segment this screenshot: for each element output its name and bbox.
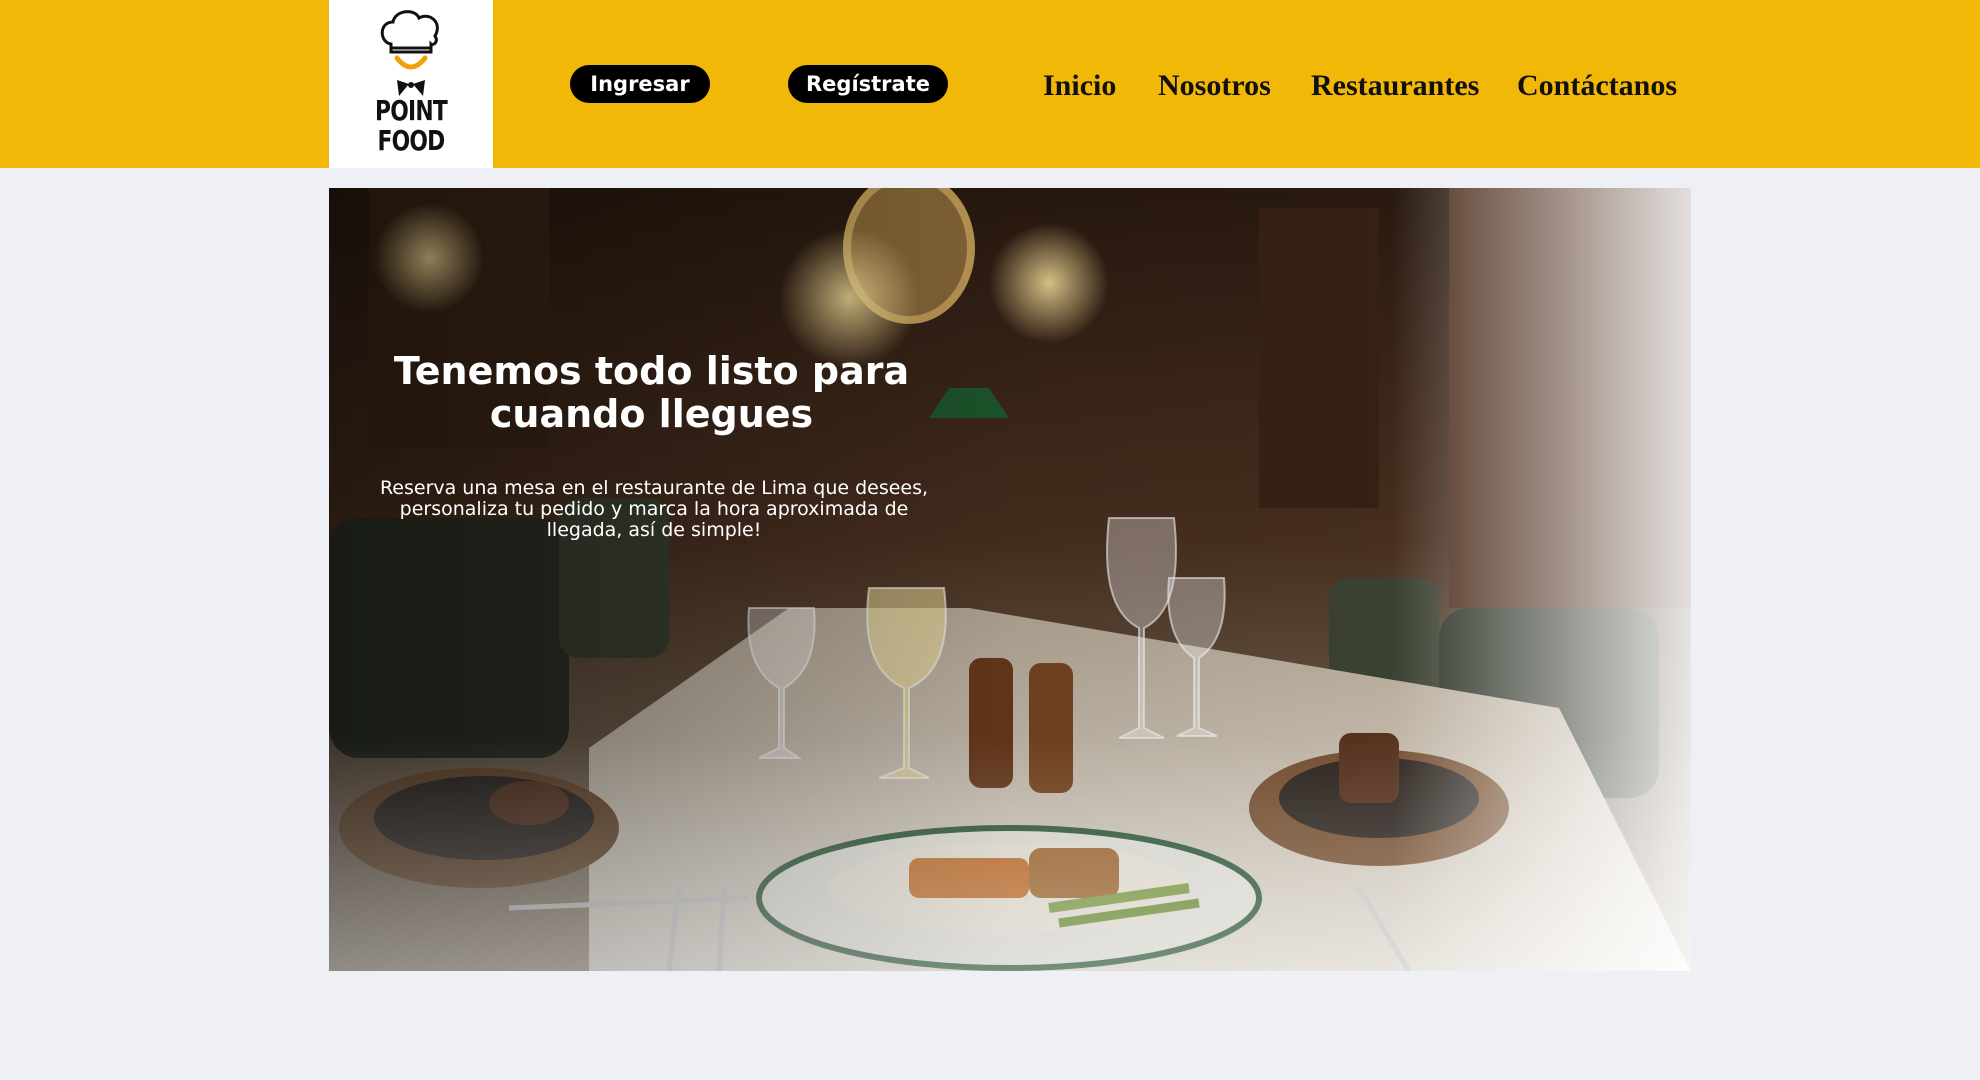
chef-hat-logo-icon	[380, 10, 439, 96]
register-button[interactable]: Regístrate	[788, 65, 948, 103]
nav-link-contactanos[interactable]: Contáctanos	[1517, 66, 1677, 106]
logo[interactable]: POINT FOOD	[329, 0, 493, 168]
login-button[interactable]: Ingresar	[570, 65, 710, 103]
restaurant-dining-table-photo	[329, 188, 1691, 971]
nav-link-nosotros[interactable]: Nosotros	[1158, 66, 1271, 106]
hero-banner: Tenemos todo listo para cuando llegues R…	[329, 188, 1691, 971]
hero-title: Tenemos todo listo para cuando llegues	[393, 349, 910, 436]
nav-link-restaurantes[interactable]: Restaurantes	[1311, 66, 1479, 106]
top-navigation-bar: POINT FOOD Ingresar Regístrate Inicio No…	[0, 0, 1980, 168]
logo-text-point: POINT	[375, 94, 448, 127]
nav-link-inicio[interactable]: Inicio	[1043, 66, 1116, 106]
logo-text-food: FOOD	[377, 124, 445, 157]
hero-subtitle: Reserva una mesa en el restaurante de Li…	[379, 477, 929, 541]
